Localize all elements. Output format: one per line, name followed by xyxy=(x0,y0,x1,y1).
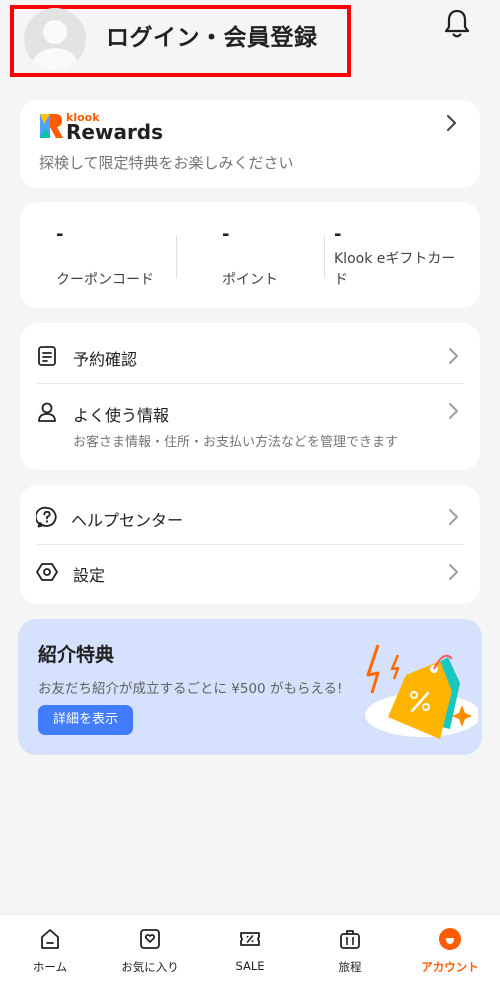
favorites-icon xyxy=(140,929,160,949)
referral-banner[interactable]: 紹介特典 お友だち紹介が成立するごとに ¥500 がもらえる! 詳細を表示 xyxy=(18,619,482,755)
stat-label: クーポンコード xyxy=(56,272,154,288)
menu-item-label: 予約確認 xyxy=(73,350,138,369)
stat-label: ポイント xyxy=(222,272,278,288)
wallet-stats-card: - クーポンコード - ポイント - Klook eギフトカード xyxy=(20,202,480,308)
stat-value: - xyxy=(334,224,342,245)
bottom-tab-bar: ホーム お気に入り SALE 旅程 アカウント xyxy=(0,914,500,991)
chevron-right-icon xyxy=(447,115,456,131)
menu-item-help-center[interactable]: ヘルプセンター xyxy=(20,485,480,544)
menu-item-label: 設定 xyxy=(73,566,106,585)
referral-description: お友だち紹介が成立するごとに ¥500 がもらえる! xyxy=(38,681,343,697)
account-icon xyxy=(439,928,461,950)
stat-label: Klook eギフトカード xyxy=(334,251,456,288)
tab-label: アカウント xyxy=(421,960,479,974)
klook-rewards-logo xyxy=(40,114,63,138)
chevron-right-icon xyxy=(449,564,458,580)
stat-value: - xyxy=(56,224,64,245)
settings-icon xyxy=(36,563,58,581)
discount-tag-illustration xyxy=(365,644,478,739)
stat-gift-card[interactable]: - Klook eギフトカード xyxy=(334,202,469,308)
stat-coupon-code[interactable]: - クーポンコード xyxy=(56,202,186,308)
tab-account[interactable]: アカウント xyxy=(400,915,500,991)
tab-home[interactable]: ホーム xyxy=(0,915,100,991)
rewards-subtitle: 探検して限定特典をお楽しみください xyxy=(39,154,294,172)
menu-item-frequent-info[interactable]: よく使う情報 お客さま情報・住所・お支払い方法などを管理できます xyxy=(20,384,480,470)
rewards-card[interactable]: klook Rewards 探検して限定特典をお楽しみください xyxy=(20,100,480,188)
tab-trips[interactable]: 旅程 xyxy=(300,915,400,991)
referral-details-button[interactable]: 詳細を表示 xyxy=(38,705,133,735)
divider xyxy=(176,236,177,278)
tab-favorites[interactable]: お気に入り xyxy=(100,915,200,991)
account-header: ログイン・会員登録 xyxy=(0,0,500,86)
login-register-link[interactable]: ログイン・会員登録 xyxy=(106,18,318,52)
menu-item-description: お客さま情報・住所・お支払い方法などを管理できます xyxy=(73,435,399,450)
tab-label: ホーム xyxy=(32,960,68,974)
divider xyxy=(324,236,325,278)
chevron-right-icon xyxy=(449,348,458,364)
menu-item-bookings[interactable]: 予約確認 xyxy=(20,323,480,383)
tab-label: 旅程 xyxy=(338,960,362,974)
stat-value: - xyxy=(222,224,230,245)
sale-icon xyxy=(240,932,260,946)
menu-item-settings[interactable]: 設定 xyxy=(20,545,480,604)
rewards-title: Rewards xyxy=(66,120,164,144)
stat-points[interactable]: - ポイント xyxy=(222,202,322,308)
tab-label: SALE xyxy=(235,959,265,973)
menu-item-label: ヘルプセンター xyxy=(71,511,184,530)
menu-item-label: よく使う情報 xyxy=(73,406,170,425)
home-icon xyxy=(41,929,59,949)
help-icon xyxy=(36,506,57,528)
tab-label: お気に入り xyxy=(121,960,179,974)
tab-sale[interactable]: SALE xyxy=(200,915,300,991)
person-icon xyxy=(38,402,56,422)
document-icon xyxy=(38,346,56,366)
avatar[interactable] xyxy=(24,8,86,70)
chevron-right-icon xyxy=(449,509,458,525)
account-menu-card: 予約確認 よく使う情報 お客さま情報・住所・お支払い方法などを管理できます xyxy=(20,323,480,470)
bell-icon[interactable] xyxy=(442,8,472,40)
support-menu-card: ヘルプセンター 設定 xyxy=(20,485,480,604)
referral-title: 紹介特典 xyxy=(38,644,115,666)
suitcase-icon xyxy=(340,930,360,949)
chevron-right-icon xyxy=(449,403,458,419)
